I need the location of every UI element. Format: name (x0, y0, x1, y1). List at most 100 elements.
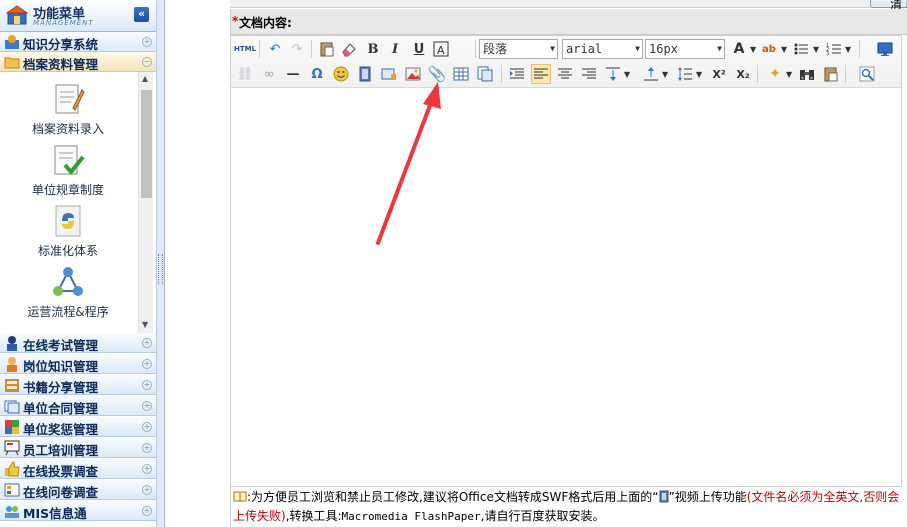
home-icon (6, 5, 28, 25)
expand-toggle-icon[interactable]: + (142, 359, 152, 369)
menu-position-knowledge[interactable]: 岗位知识管理 + (0, 354, 156, 374)
subscript-button[interactable]: X₂ (733, 64, 753, 84)
menu-employee-training[interactable]: 员工培训管理 + (0, 438, 156, 458)
menu-label: 员工培训管理 (23, 443, 99, 458)
preview-icon[interactable] (857, 64, 877, 84)
chevron-down-icon[interactable]: ▼ (845, 45, 851, 54)
expand-toggle-icon[interactable]: + (142, 401, 152, 411)
menu-contract-management[interactable]: 单位合同管理 + (0, 396, 156, 416)
redo-icon[interactable]: ↷ (287, 39, 307, 59)
menu-label: 单位奖惩管理 (23, 422, 99, 437)
expand-toggle-icon[interactable]: + (142, 422, 152, 432)
align-center-icon[interactable] (555, 64, 575, 84)
submenu-archive-entry[interactable]: 档案资料录入 (0, 82, 136, 137)
expand-toggle-icon[interactable]: + (142, 506, 152, 516)
submenu-label: 单位规章制度 (31, 183, 104, 197)
paste-text-icon[interactable] (821, 64, 841, 84)
vertical-align-icon[interactable] (603, 64, 623, 84)
link-icon[interactable]: ⛓ (235, 64, 255, 84)
video-icon[interactable] (355, 64, 375, 84)
menu-rewards-penalties[interactable]: 单位奖惩管理 + (0, 417, 156, 437)
bold-button[interactable]: B (363, 39, 383, 59)
scrollbar-thumb[interactable] (141, 90, 152, 198)
binoculars-icon[interactable] (797, 64, 817, 84)
paragraph-spacing-icon[interactable] (641, 64, 661, 84)
font-size-select[interactable]: 16px ▼ (645, 39, 725, 59)
menu-online-voting[interactable]: 在线投票调查 + (0, 459, 156, 479)
highlight-color-icon[interactable]: ab (759, 39, 779, 59)
award-icon (5, 420, 19, 434)
sidebar-splitter[interactable] (157, 0, 165, 527)
underline-button[interactable]: U (409, 39, 429, 59)
python-logo-icon (55, 205, 81, 237)
ordered-list-icon[interactable]: 123 (824, 39, 844, 59)
image-upload-icon[interactable] (379, 64, 399, 84)
eraser-icon[interactable] (339, 39, 359, 59)
fullscreen-monitor-icon[interactable] (875, 39, 895, 59)
scroll-down-icon[interactable]: ▼ (142, 320, 148, 329)
paste-icon[interactable] (317, 39, 337, 59)
users-group-icon (5, 506, 19, 518)
reset-button[interactable]: 清 除 (870, 0, 907, 11)
magic-wand-icon[interactable]: ✦ (765, 64, 785, 84)
chevron-down-icon[interactable]: ▼ (662, 70, 668, 79)
paragraph-format-select[interactable]: 段落 ▼ (479, 39, 558, 59)
menu-book-sharing[interactable]: 书籍分享管理 + (0, 375, 156, 395)
unordered-list-icon[interactable] (791, 39, 811, 59)
table-icon[interactable] (451, 64, 471, 84)
expand-toggle-icon[interactable]: + (142, 443, 152, 453)
chevron-down-icon[interactable]: ▼ (624, 70, 630, 79)
template-icon[interactable] (475, 64, 495, 84)
collapse-sidebar-button[interactable]: « (134, 7, 149, 22)
font-family-select[interactable]: arial ▼ (562, 39, 643, 59)
submenu-standardization[interactable]: 标准化体系 (0, 204, 136, 259)
unlink-icon[interactable]: ∞ (259, 64, 279, 84)
expand-toggle-icon[interactable]: + (142, 338, 152, 348)
align-left-icon[interactable] (531, 64, 551, 84)
emoticon-icon[interactable] (331, 64, 351, 84)
menu-online-exam[interactable]: 在线考试管理 + (0, 333, 156, 353)
chevron-down-icon[interactable]: ▼ (781, 45, 787, 54)
svg-text:A: A (437, 44, 445, 57)
toolbar-separator (757, 65, 758, 83)
chevron-down-icon: ▼ (550, 44, 555, 53)
font-size-value: 16px (649, 42, 678, 56)
special-char-button[interactable]: Ω (307, 64, 327, 84)
submenu-scrollbar[interactable]: ▲ ▼ (138, 72, 153, 333)
align-right-icon[interactable] (579, 64, 599, 84)
horizontal-rule-icon[interactable]: — (283, 64, 303, 84)
chevron-down-icon[interactable]: ▼ (786, 70, 792, 79)
chevron-down-icon[interactable]: ▼ (813, 45, 819, 54)
notice-prefix: :为方便员工浏览和禁止员工修改,建议将Office文档转成SWF格式后用上面的“ (247, 490, 659, 504)
superscript-button[interactable]: X² (709, 64, 729, 84)
font-color-icon[interactable]: A (729, 39, 749, 59)
toolbar-separator (845, 65, 846, 83)
submenu-regulations[interactable]: 单位规章制度 (0, 143, 136, 198)
editor-content-area[interactable] (231, 89, 901, 486)
collapse-toggle-icon[interactable]: − (142, 57, 152, 67)
expand-toggle-icon[interactable]: + (142, 464, 152, 474)
submenu-process-flow[interactable]: 运营流程&程序 (0, 265, 136, 320)
expand-toggle-icon[interactable]: + (142, 485, 152, 495)
attachment-icon[interactable]: 📎 (427, 64, 447, 84)
chevron-down-icon[interactable]: ▼ (750, 45, 756, 54)
menu-mis-info[interactable]: MIS信息通 + (0, 501, 156, 521)
undo-icon[interactable]: ↶ (265, 39, 285, 59)
line-height-icon[interactable] (675, 64, 695, 84)
expand-toggle-icon[interactable]: + (142, 380, 152, 390)
menu-label: 书籍分享管理 (23, 380, 99, 395)
font-border-icon[interactable]: A (431, 39, 451, 59)
html-source-button[interactable]: HTML (234, 39, 256, 59)
notice-tool-name: Macromedia FlashPaper (341, 510, 481, 523)
menu-online-questionnaire[interactable]: 在线问卷调查 + (0, 480, 156, 500)
splitter-grip[interactable] (158, 254, 163, 284)
menu-archive-management[interactable]: 档案资料管理 − (0, 52, 156, 72)
menu-knowledge-sharing[interactable]: 知识分享系统 + (0, 32, 156, 52)
insert-image-icon[interactable] (403, 64, 423, 84)
italic-button[interactable]: I (385, 39, 405, 59)
indent-icon[interactable] (507, 64, 527, 84)
expand-toggle-icon[interactable]: + (142, 37, 152, 47)
font-family-value: arial (566, 42, 603, 56)
scroll-up-icon[interactable]: ▲ (142, 74, 148, 83)
chevron-down-icon[interactable]: ▼ (696, 70, 702, 79)
